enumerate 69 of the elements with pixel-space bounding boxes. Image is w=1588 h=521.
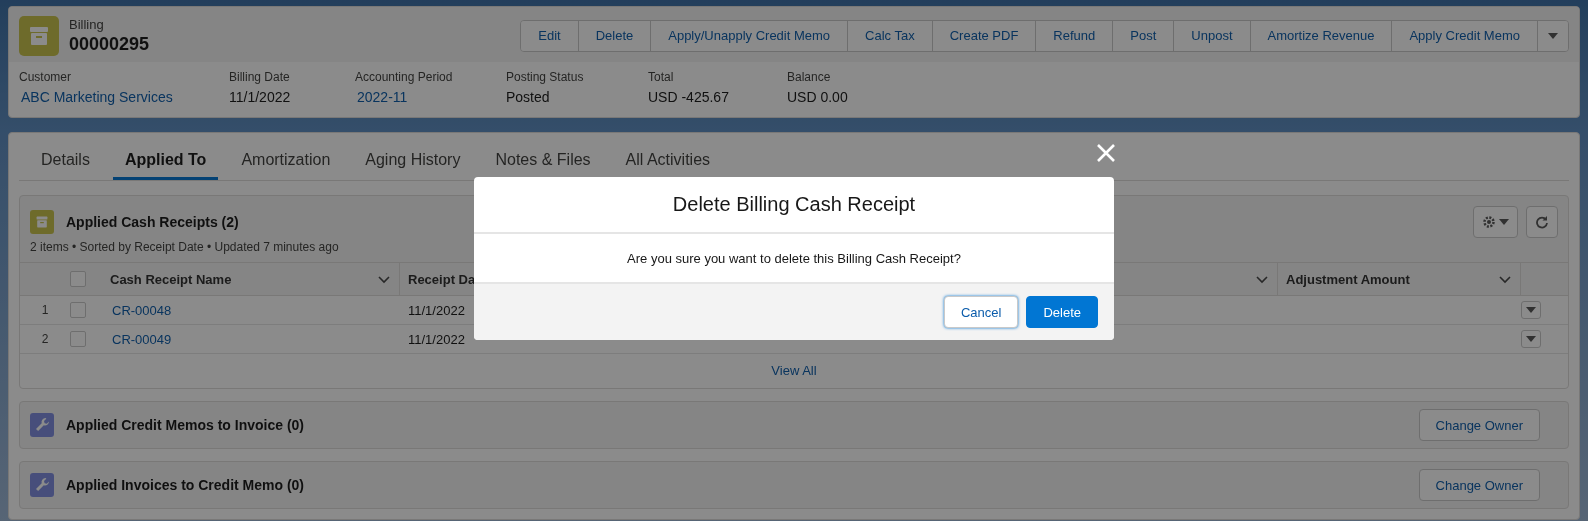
object-label: Billing bbox=[69, 16, 105, 33]
row-number: 2 bbox=[40, 332, 50, 346]
action-button[interactable]: Edit bbox=[521, 20, 579, 51]
action-button[interactable]: Create PDF bbox=[932, 20, 1037, 51]
action-button[interactable]: Refund bbox=[1036, 20, 1114, 51]
row-actions-button[interactable] bbox=[1521, 330, 1541, 348]
settings-button[interactable] bbox=[1473, 206, 1518, 238]
field-value: USD 0.00 bbox=[787, 89, 849, 105]
file-box-icon bbox=[19, 15, 59, 56]
action-button[interactable]: Calc Tax bbox=[848, 20, 933, 51]
field-label: Billing Date bbox=[229, 70, 291, 84]
related-list-title: Applied Cash Receipts (2) bbox=[66, 214, 239, 230]
tab[interactable]: Applied To bbox=[112, 141, 219, 180]
caret-down-icon bbox=[1499, 219, 1509, 225]
field-link[interactable]: ABC Marketing Services bbox=[19, 89, 229, 105]
table-cell-text: 11/1/2022 bbox=[407, 331, 465, 347]
dialog-title: Delete Billing Cash Receipt bbox=[474, 177, 1114, 234]
action-button[interactable]: Unpost bbox=[1174, 20, 1251, 51]
row-checkbox[interactable] bbox=[70, 331, 86, 347]
caret-down-icon bbox=[1526, 307, 1536, 313]
action-button[interactable]: Apply/Unapply Credit Memo bbox=[651, 20, 849, 51]
table-cell-text: 11/1/2022 bbox=[407, 302, 465, 318]
field-value: 11/1/2022 bbox=[229, 89, 292, 105]
column-header: Adjustment Amount bbox=[1286, 271, 1410, 287]
row-number: 1 bbox=[40, 303, 50, 317]
caret-down-icon bbox=[1526, 336, 1536, 342]
caret-down-icon bbox=[1548, 32, 1558, 39]
refresh-button[interactable] bbox=[1526, 206, 1558, 238]
settings-icon bbox=[1482, 215, 1496, 229]
view-all-link[interactable]: View All bbox=[771, 363, 817, 378]
row-actions-button[interactable] bbox=[1521, 301, 1541, 319]
action-button[interactable]: Post bbox=[1113, 20, 1175, 51]
action-button[interactable]: Amortize Revenue bbox=[1250, 20, 1393, 51]
select-all-checkbox[interactable] bbox=[70, 271, 86, 287]
field-label: Total bbox=[648, 70, 675, 84]
change-owner-button[interactable]: Change Owner bbox=[1418, 409, 1540, 441]
tab[interactable]: All Activities bbox=[613, 141, 723, 180]
delete-button[interactable]: Delete bbox=[1026, 296, 1098, 328]
field-label: Customer bbox=[19, 70, 72, 84]
tab[interactable]: Details bbox=[29, 141, 102, 180]
tab[interactable]: Amortization bbox=[229, 141, 343, 180]
refresh-icon bbox=[1535, 215, 1549, 229]
more-actions-button[interactable] bbox=[1538, 20, 1568, 51]
list-meta: 2 items • Sorted by Receipt Date • Updated 7 minutes ago bbox=[30, 240, 339, 254]
file-box-icon bbox=[30, 210, 54, 234]
field-label: Posting Status bbox=[506, 70, 585, 84]
field-label: Accounting Period bbox=[355, 70, 454, 84]
action-button[interactable]: Apply Credit Memo bbox=[1392, 20, 1538, 51]
cancel-button[interactable]: Cancel bbox=[943, 296, 1019, 328]
record-link[interactable]: CR-00049 bbox=[102, 331, 172, 347]
field-value: Posted bbox=[506, 89, 551, 105]
tab[interactable]: Aging History bbox=[353, 141, 473, 180]
record-name: 00000295 bbox=[69, 32, 150, 55]
wrench-icon bbox=[30, 473, 54, 497]
tab[interactable]: Notes & Files bbox=[483, 141, 603, 180]
related-list-title: Applied Credit Memos to Invoice (0) bbox=[66, 417, 305, 433]
change-owner-button[interactable]: Change Owner bbox=[1418, 469, 1540, 501]
row-checkbox[interactable] bbox=[70, 302, 86, 318]
field-value: USD -425.67 bbox=[648, 89, 730, 105]
record-link[interactable]: CR-00048 bbox=[102, 302, 172, 318]
close-icon bbox=[1096, 143, 1116, 163]
field-link[interactable]: 2022-11 bbox=[355, 89, 506, 105]
field-label: Balance bbox=[787, 70, 832, 84]
action-button[interactable]: Delete bbox=[578, 20, 652, 51]
related-list-title: Applied Invoices to Credit Memo (0) bbox=[66, 477, 305, 493]
dialog-message: Are you sure you want to delete this Billing Cash Receipt? bbox=[626, 250, 962, 268]
wrench-icon bbox=[30, 413, 54, 437]
column-header: Receipt Da bbox=[408, 271, 476, 287]
column-header: Cash Receipt Name bbox=[110, 271, 232, 287]
